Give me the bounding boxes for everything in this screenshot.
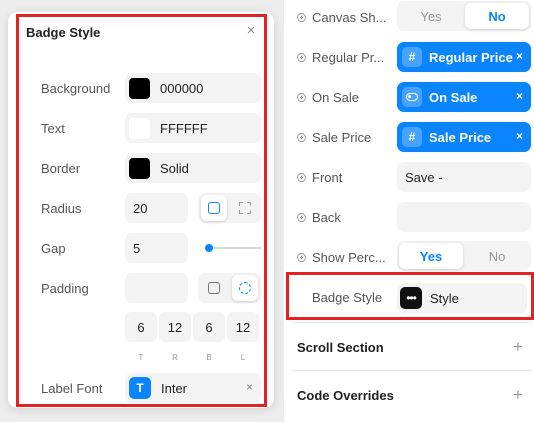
padding-top-input[interactable]: 6 (125, 312, 157, 342)
remove-icon[interactable]: × (516, 49, 523, 63)
background-swatch[interactable] (129, 77, 150, 99)
radius-value: 20 (133, 200, 148, 216)
gap-input[interactable]: 5 (125, 233, 188, 263)
radius-individual-icon[interactable] (232, 195, 258, 221)
add-variable-icon[interactable] (297, 133, 306, 142)
remove-icon[interactable]: × (516, 129, 523, 143)
on-sale-label: On Sale (297, 90, 359, 105)
remove-icon[interactable]: × (516, 89, 523, 103)
canvas-show-label: Canvas Sh... (297, 10, 386, 25)
padding-uniform-icon[interactable] (201, 275, 227, 301)
clear-font-icon[interactable]: × (246, 380, 253, 394)
label-font-label: Label Font (41, 381, 103, 396)
text-color-field[interactable]: FFFFFF (125, 113, 261, 143)
front-input[interactable]: Save - (397, 162, 531, 192)
padding-input[interactable] (125, 273, 188, 303)
scroll-section-title[interactable]: Scroll Section (297, 340, 384, 355)
radius-input[interactable]: 20 (125, 193, 188, 223)
back-label: Back (297, 210, 341, 225)
add-variable-icon[interactable] (297, 13, 306, 22)
padding-right-tag: R (172, 353, 178, 362)
padding-left-input[interactable]: 12 (227, 312, 259, 342)
add-variable-icon[interactable] (297, 173, 306, 182)
text-value: FFFFFF (160, 120, 208, 136)
hash-icon: # (402, 47, 422, 67)
padding-label: Padding (41, 281, 89, 296)
code-overrides-title[interactable]: Code Overrides (297, 388, 394, 403)
font-icon: T (129, 377, 151, 399)
badge-style-highlight (286, 272, 534, 320)
border-label: Border (41, 161, 81, 176)
text-swatch[interactable] (129, 117, 150, 139)
show-percent-yes[interactable]: Yes (399, 243, 463, 269)
gap-value: 5 (133, 240, 141, 256)
show-percent-label: Show Perc... (297, 250, 386, 265)
gap-slider[interactable] (205, 244, 261, 252)
back-input[interactable] (397, 202, 531, 232)
show-percent-toggle: Yes No (397, 241, 531, 271)
add-code-override-icon[interactable]: + (513, 386, 523, 403)
sale-price-label: Sale Price (297, 130, 371, 145)
gap-label: Gap (41, 241, 66, 256)
toggle-icon (402, 87, 422, 107)
text-label: Text (41, 121, 65, 136)
close-icon[interactable]: × (244, 22, 258, 39)
radius-label: Radius (41, 201, 82, 216)
background-color-field[interactable]: 000000 (125, 73, 261, 103)
gap-slider-thumb[interactable] (205, 244, 213, 252)
label-font-field[interactable]: T Inter × (125, 373, 261, 403)
add-variable-icon[interactable] (297, 213, 306, 222)
border-value: Solid (160, 160, 189, 176)
label-font-value: Inter (161, 380, 188, 396)
popover-title: Badge Style (26, 25, 101, 40)
padding-individual-icon[interactable] (232, 275, 258, 301)
add-scroll-section-icon[interactable]: + (513, 338, 523, 355)
divider (292, 322, 532, 323)
hash-icon: # (402, 127, 422, 147)
add-variable-icon[interactable] (297, 53, 306, 62)
front-label: Front (297, 170, 342, 185)
show-percent-no[interactable]: No (465, 243, 529, 269)
regular-price-chip[interactable]: # Regular Price × (397, 42, 531, 72)
padding-bottom-tag: B (206, 353, 212, 362)
border-style-field[interactable]: Solid (125, 153, 261, 183)
border-swatch[interactable] (129, 157, 150, 179)
padding-right-input[interactable]: 12 (159, 312, 191, 342)
padding-top-tag: T (138, 353, 144, 362)
canvas-show-no[interactable]: No (465, 3, 529, 29)
background-value: 000000 (160, 80, 204, 96)
on-sale-chip[interactable]: On Sale × (397, 82, 531, 112)
canvas-show-toggle: Yes No (397, 1, 531, 31)
regular-price-label: Regular Pr... (297, 50, 384, 65)
add-variable-icon[interactable] (297, 253, 306, 262)
background-label: Background (41, 81, 111, 96)
add-variable-icon[interactable] (297, 93, 306, 102)
radius-uniform-icon[interactable] (201, 195, 227, 221)
sale-price-chip[interactable]: # Sale Price × (397, 122, 531, 152)
canvas-show-yes[interactable]: Yes (399, 3, 463, 29)
padding-left-tag: L (240, 353, 246, 362)
padding-bottom-input[interactable]: 6 (193, 312, 225, 342)
divider (292, 370, 532, 371)
